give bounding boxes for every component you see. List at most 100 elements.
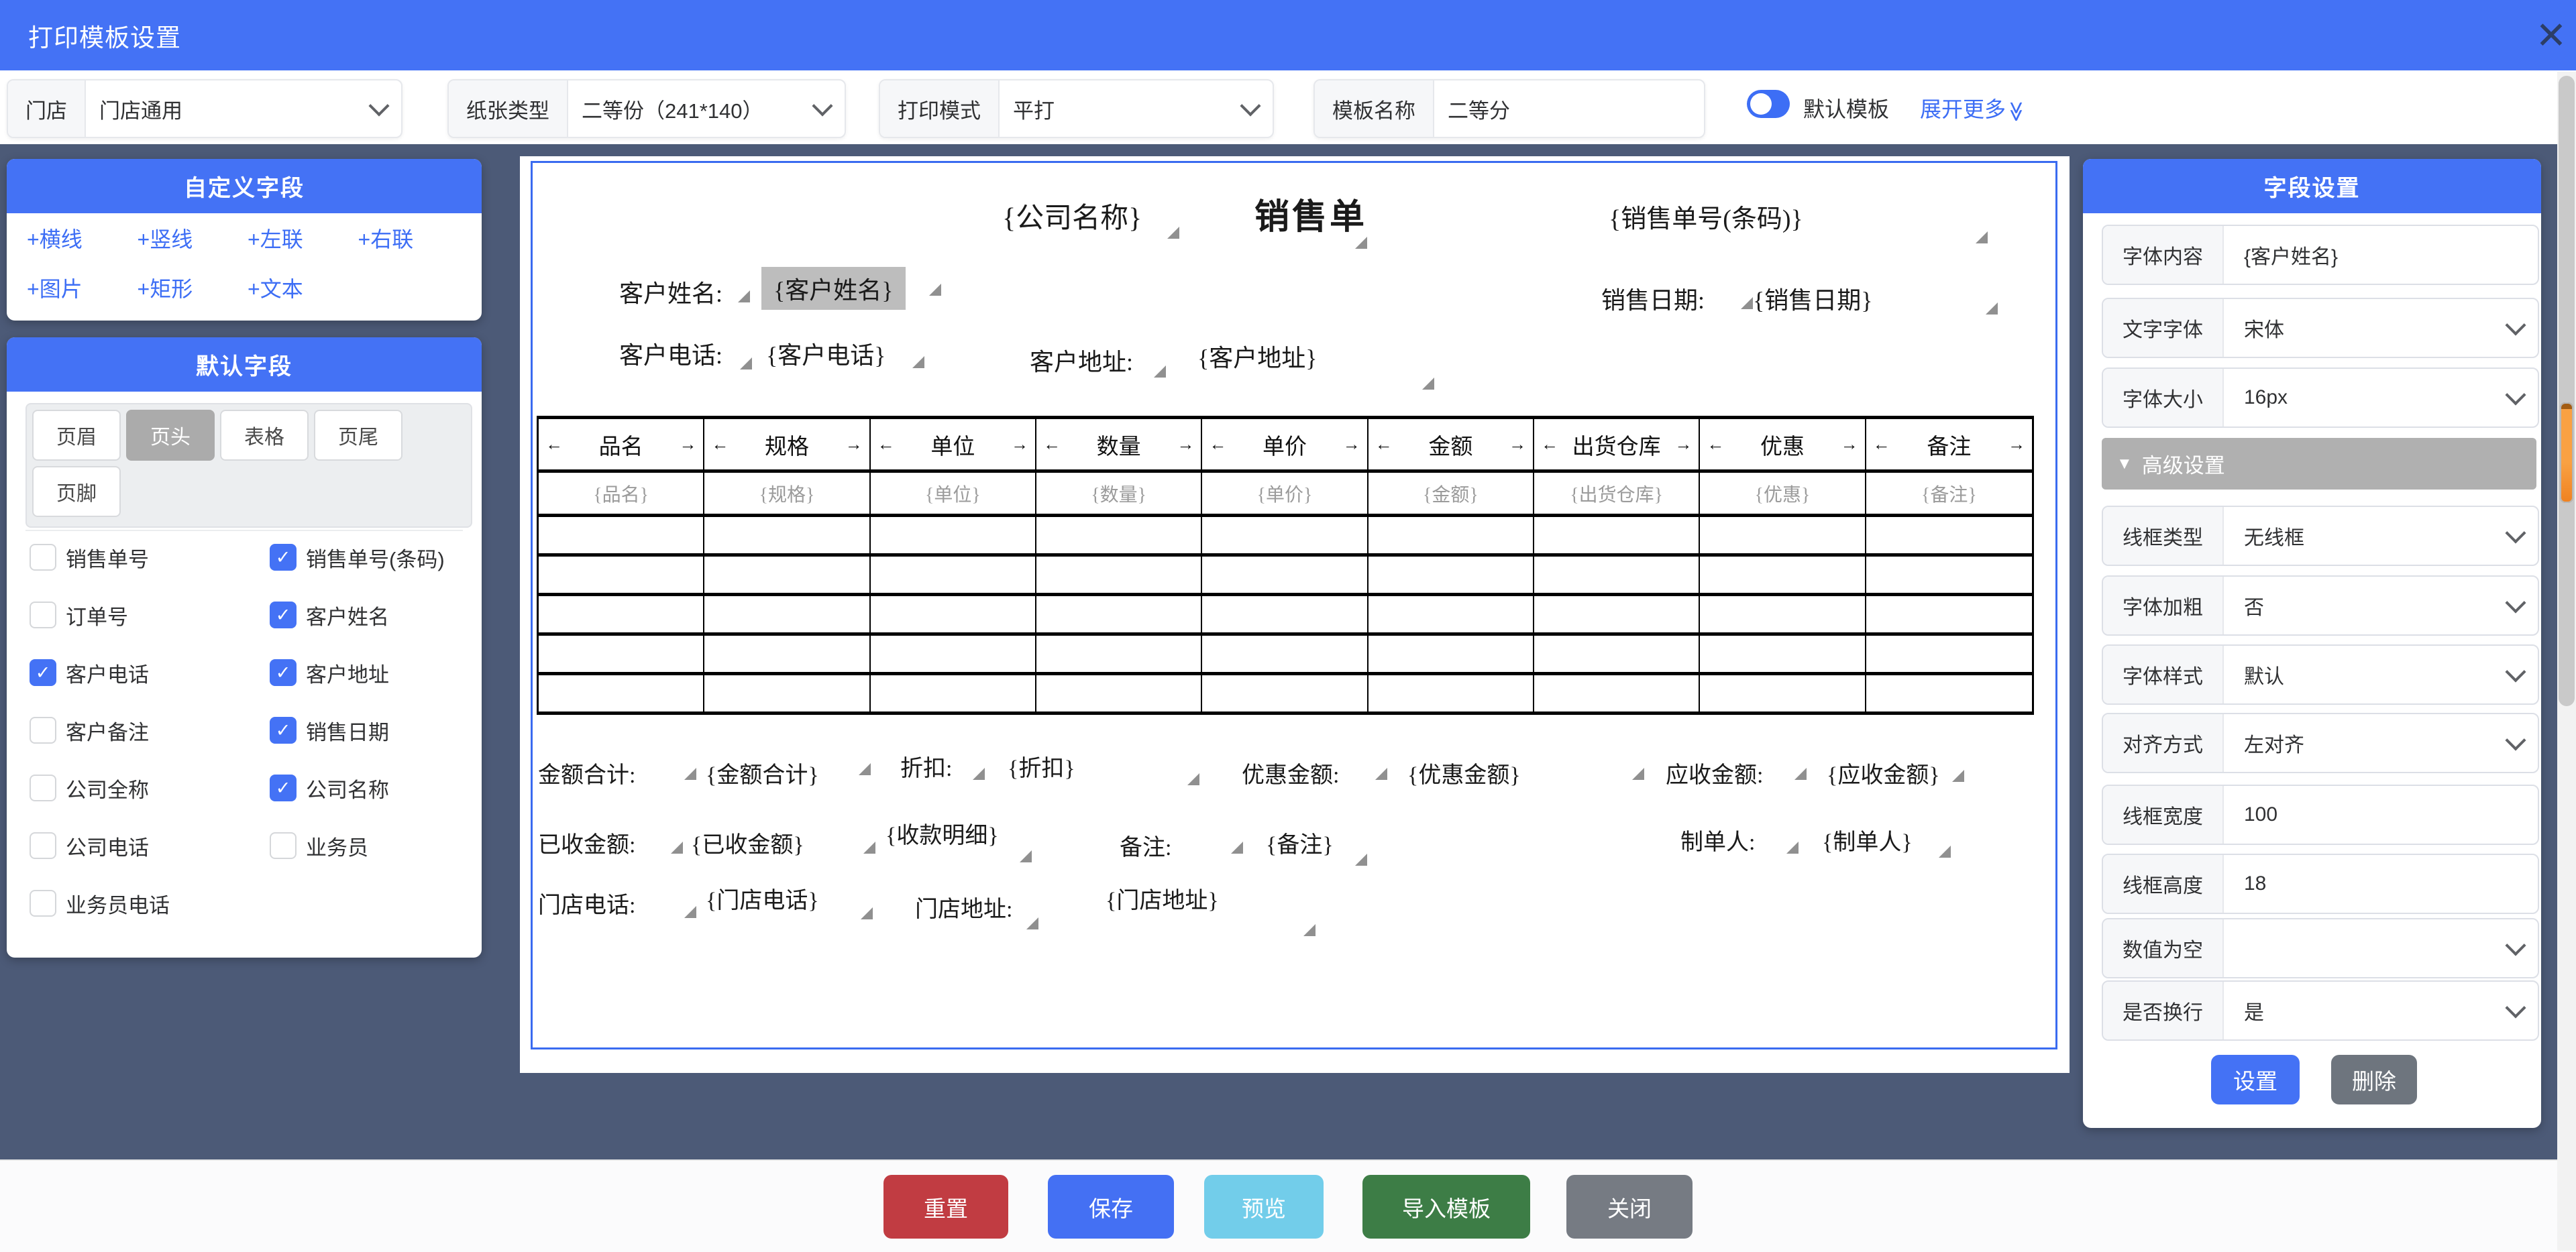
preview-button[interactable]: 预览 bbox=[1204, 1175, 1324, 1239]
checkbox-sale-no-barcode[interactable]: ✓销售单号(条码) bbox=[270, 542, 466, 573]
apply-button[interactable]: 设置 bbox=[2211, 1055, 2300, 1104]
add-right-copy-link[interactable]: +右联 bbox=[358, 223, 469, 253]
maker-label[interactable]: 制单人: bbox=[1680, 823, 1755, 856]
customer-address-label[interactable]: 客户地址: bbox=[1030, 343, 1133, 378]
resize-handle-icon[interactable] bbox=[1794, 768, 1807, 780]
doc-title-field[interactable]: 销售单 bbox=[1254, 188, 1367, 239]
resize-handle-icon[interactable] bbox=[973, 768, 985, 780]
receivable-field[interactable]: {应收金额} bbox=[1827, 756, 1940, 789]
scrollbar-orange-marker[interactable] bbox=[2560, 402, 2573, 503]
resize-handle-icon[interactable] bbox=[863, 842, 875, 854]
checkbox-company-phone[interactable]: ✓公司电话 bbox=[30, 830, 270, 861]
template-canvas[interactable]: {公司名称} 销售单 {销售单号(条码)} 客户姓名: {客户姓名} 销售日期:… bbox=[520, 156, 2070, 1073]
store-phone-label[interactable]: 门店电话: bbox=[538, 887, 635, 919]
resize-handle-icon[interactable] bbox=[1355, 237, 1367, 249]
checkbox-company-name[interactable]: ✓公司名称 bbox=[270, 773, 466, 803]
resize-handle-icon[interactable] bbox=[1986, 302, 1998, 315]
font-family-select[interactable]: 文字字体宋体 bbox=[2102, 298, 2539, 358]
resize-handle-icon[interactable] bbox=[1154, 365, 1166, 378]
checkbox-customer-address[interactable]: ✓客户地址 bbox=[270, 657, 466, 688]
print-mode-select[interactable]: 打印模式 平打 bbox=[879, 79, 1274, 138]
resize-handle-icon[interactable] bbox=[738, 290, 750, 302]
customer-name-label[interactable]: 客户姓名: bbox=[619, 274, 722, 309]
items-table[interactable]: ←品名→ ←规格→ ←单位→ ←数量→ ←单价→ ←金额→ ←出货仓库→ ←优惠… bbox=[537, 416, 2034, 715]
resize-handle-icon[interactable] bbox=[1375, 768, 1387, 780]
tab-page-head[interactable]: 页头 bbox=[126, 410, 215, 461]
store-address-label[interactable]: 门店地址: bbox=[915, 891, 1012, 923]
font-content-field[interactable]: 字体内容{客户姓名} bbox=[2102, 225, 2539, 285]
checkbox-company-fullname[interactable]: ✓公司全称 bbox=[30, 773, 270, 803]
border-type-select[interactable]: 线框类型无线框 bbox=[2102, 506, 2539, 566]
resize-handle-icon[interactable] bbox=[1939, 846, 1951, 858]
receivable-label[interactable]: 应收金额: bbox=[1666, 756, 1763, 789]
close-button[interactable]: 关闭 bbox=[1566, 1175, 1693, 1239]
resize-handle-icon[interactable] bbox=[1786, 842, 1799, 854]
default-template-toggle[interactable] bbox=[1747, 90, 1790, 118]
font-size-select[interactable]: 字体大小16px bbox=[2102, 367, 2539, 428]
resize-handle-icon[interactable] bbox=[1231, 842, 1243, 854]
coupon-field[interactable]: {优惠金额} bbox=[1407, 756, 1521, 789]
total-label[interactable]: 金额合计: bbox=[538, 756, 635, 789]
tab-page-header-margin[interactable]: 页眉 bbox=[32, 410, 121, 461]
add-image-link[interactable]: +图片 bbox=[27, 272, 138, 303]
checkbox-sale-no[interactable]: ✓销售单号 bbox=[30, 542, 270, 573]
company-name-field[interactable]: {公司名称} bbox=[1002, 195, 1142, 236]
checkbox-customer-remark[interactable]: ✓客户备注 bbox=[30, 715, 270, 746]
customer-phone-label[interactable]: 客户电话: bbox=[619, 336, 722, 371]
add-hline-link[interactable]: +横线 bbox=[27, 223, 138, 253]
coupon-label[interactable]: 优惠金额: bbox=[1242, 756, 1339, 789]
template-name-field[interactable]: 模板名称 二等分 bbox=[1313, 79, 1705, 138]
scrollbar-thumb[interactable] bbox=[2559, 76, 2575, 706]
remark-label[interactable]: 备注: bbox=[1120, 829, 1171, 862]
remark-field[interactable]: {备注} bbox=[1266, 826, 1334, 859]
discount-label[interactable]: 折扣: bbox=[900, 750, 952, 783]
add-vline-link[interactable]: +竖线 bbox=[138, 223, 248, 253]
payment-detail-field[interactable]: {收款明细} bbox=[885, 817, 999, 850]
total-field[interactable]: {金额合计} bbox=[706, 756, 819, 789]
resize-handle-icon[interactable] bbox=[1026, 917, 1038, 929]
resize-handle-icon[interactable] bbox=[1952, 770, 1964, 782]
checkbox-salesman[interactable]: ✓业务员 bbox=[270, 830, 466, 861]
resize-handle-icon[interactable] bbox=[1303, 924, 1316, 936]
store-phone-field[interactable]: {门店电话} bbox=[706, 882, 819, 915]
advanced-settings-toggle[interactable]: ▼高级设置 bbox=[2102, 438, 2536, 490]
add-text-link[interactable]: +文本 bbox=[248, 272, 358, 303]
resize-handle-icon[interactable] bbox=[1632, 768, 1644, 780]
align-select[interactable]: 对齐方式左对齐 bbox=[2102, 713, 2539, 773]
discount-field[interactable]: {折扣} bbox=[1008, 750, 1075, 783]
resize-handle-icon[interactable] bbox=[1187, 773, 1199, 785]
maker-field[interactable]: {制单人} bbox=[1822, 823, 1913, 856]
border-height-field[interactable]: 线框高度18 bbox=[2102, 854, 2539, 914]
save-button[interactable]: 保存 bbox=[1048, 1175, 1174, 1239]
store-address-field[interactable]: {门店地址} bbox=[1106, 882, 1219, 915]
sale-date-label[interactable]: 销售日期: bbox=[1601, 281, 1705, 316]
import-template-button[interactable]: 导入模板 bbox=[1362, 1175, 1530, 1239]
tab-table[interactable]: 表格 bbox=[220, 410, 309, 461]
resize-handle-icon[interactable] bbox=[1020, 850, 1032, 862]
add-left-copy-link[interactable]: +左联 bbox=[248, 223, 358, 253]
store-select[interactable]: 门店 门店通用 bbox=[7, 79, 402, 138]
received-label[interactable]: 已收金额: bbox=[538, 826, 635, 859]
checkbox-customer-phone[interactable]: ✓客户电话 bbox=[30, 657, 270, 688]
font-style-select[interactable]: 字体样式默认 bbox=[2102, 644, 2539, 705]
border-width-field[interactable]: 线框宽度100 bbox=[2102, 785, 2539, 845]
font-bold-select[interactable]: 字体加粗否 bbox=[2102, 575, 2539, 636]
paper-type-select[interactable]: 纸张类型 二等份（241*140） bbox=[447, 79, 846, 138]
resize-handle-icon[interactable] bbox=[1976, 231, 1988, 243]
resize-handle-icon[interactable] bbox=[859, 763, 871, 775]
empty-value-select[interactable]: 数值为空 bbox=[2102, 918, 2539, 978]
barcode-field[interactable]: {销售单号(条码)} bbox=[1609, 198, 1803, 235]
close-icon[interactable]: ✕ bbox=[2528, 12, 2575, 59]
delete-button[interactable]: 删除 bbox=[2331, 1055, 2417, 1104]
resize-handle-icon[interactable] bbox=[1167, 227, 1179, 239]
customer-address-field[interactable]: {客户地址} bbox=[1197, 339, 1318, 374]
wrap-select[interactable]: 是否换行是 bbox=[2102, 980, 2539, 1041]
reset-button[interactable]: 重置 bbox=[883, 1175, 1008, 1239]
resize-handle-icon[interactable] bbox=[684, 906, 696, 918]
resize-handle-icon[interactable] bbox=[861, 907, 873, 919]
resize-handle-icon[interactable] bbox=[671, 842, 683, 854]
tab-page-footer[interactable]: 页脚 bbox=[32, 466, 121, 517]
resize-handle-icon[interactable] bbox=[912, 356, 924, 368]
sale-date-field[interactable]: {销售日期} bbox=[1753, 281, 1873, 316]
received-field[interactable]: {已收金额} bbox=[691, 826, 804, 859]
